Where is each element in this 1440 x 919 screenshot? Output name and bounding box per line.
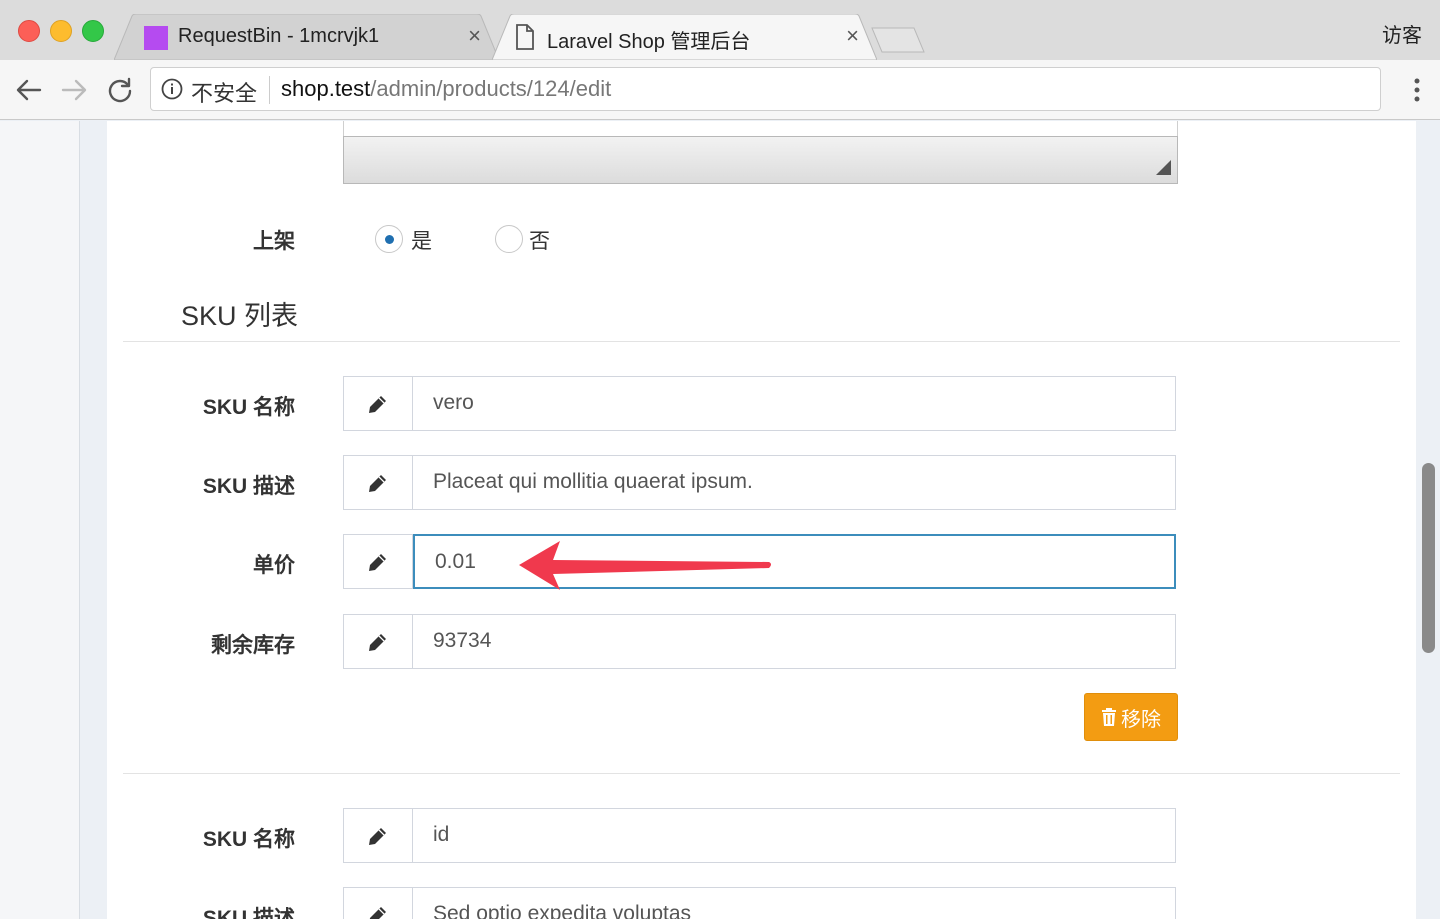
sku-name-label: SKU 名称 — [202, 828, 295, 851]
field-addon — [343, 887, 413, 919]
on-sale-yes-radio[interactable] — [375, 225, 403, 253]
editor-statusbar — [343, 136, 1178, 184]
edit-form-box — [107, 121, 1416, 919]
tab-laravel-shop[interactable]: Laravel Shop 管理后台 × — [492, 14, 877, 60]
maximize-window-button[interactable] — [82, 20, 104, 42]
forward-button[interactable] — [58, 74, 90, 106]
remove-sku-button[interactable]: 移除 — [1084, 693, 1178, 741]
sku-stock-field: 93734 — [343, 614, 1176, 669]
pencil-icon — [369, 474, 386, 492]
sku-description-input[interactable]: Sed optio expedita voluptas — [413, 887, 1176, 919]
browser-menu-icon[interactable] — [1414, 78, 1420, 102]
sku-name-label: SKU 名称 — [202, 396, 295, 419]
pencil-icon — [369, 827, 386, 845]
url-path: /admin/products/124/edit — [370, 76, 612, 101]
info-icon[interactable] — [161, 78, 183, 100]
on-sale-no-radio[interactable] — [495, 225, 523, 253]
remove-button-label: 移除 — [1121, 708, 1161, 731]
sku-description-label: SKU 描述 — [202, 907, 295, 919]
reload-icon — [108, 77, 132, 103]
on-sale-yes-label[interactable]: 是 — [411, 225, 432, 255]
on-sale-label: 上架 — [253, 230, 295, 253]
page-viewport: 上架 是 否 SKU 列表 SKU 名称 vero SKU 描述 Placeat… — [0, 121, 1440, 919]
sku-name-input[interactable]: id — [413, 808, 1176, 863]
trash-icon — [1102, 708, 1116, 726]
browser-titlebar: RequestBin - 1mcrvjk1 × Laravel Shop 管理后… — [0, 0, 1440, 60]
pencil-icon — [369, 906, 386, 919]
tab-requestbin[interactable]: RequestBin - 1mcrvjk1 × — [114, 14, 499, 60]
sku-description-field: Placeat qui mollitia quaerat ipsum. — [343, 455, 1176, 510]
tab-title: Laravel Shop 管理后台 — [547, 31, 751, 53]
sku-divider — [123, 773, 1400, 774]
sku-stock-label: 剩余库存 — [211, 634, 295, 657]
sku-description-field: Sed optio expedita voluptas — [343, 887, 1176, 919]
page-scrollbar[interactable] — [1422, 463, 1435, 653]
field-addon — [343, 808, 413, 863]
address-divider — [269, 76, 270, 104]
pencil-icon — [369, 553, 386, 571]
tab-title: RequestBin - 1mcrvjk1 — [178, 25, 380, 47]
tab-close-icon[interactable]: × — [468, 24, 481, 48]
pencil-icon — [369, 633, 386, 651]
sku-description-label: SKU 描述 — [202, 475, 295, 498]
field-addon — [343, 455, 413, 510]
sku-price-label: 单价 — [253, 554, 295, 577]
sku-description-input[interactable]: Placeat qui mollitia quaerat ipsum. — [413, 455, 1176, 510]
sku-name-field: id — [343, 808, 1176, 863]
browser-toolbar: 不安全 shop.test/admin/products/124/edit — [0, 60, 1440, 120]
section-divider — [123, 341, 1400, 342]
resize-handle-icon[interactable] — [1156, 160, 1171, 175]
field-addon — [343, 614, 413, 669]
document-icon — [516, 24, 534, 50]
field-addon — [343, 376, 413, 431]
address-bar[interactable]: 不安全 shop.test/admin/products/124/edit — [150, 67, 1381, 111]
minimize-window-button[interactable] — [50, 20, 72, 42]
back-arrow-icon — [16, 79, 42, 101]
url-host: shop.test — [281, 76, 371, 101]
description-editor[interactable] — [343, 121, 1178, 137]
sku-name-input[interactable]: vero — [413, 376, 1176, 431]
field-addon — [343, 534, 413, 589]
annotation-arrow-icon — [519, 541, 771, 590]
tab-close-icon[interactable]: × — [846, 24, 859, 48]
requestbin-favicon-icon — [144, 26, 168, 50]
on-sale-no-label[interactable]: 否 — [529, 225, 550, 255]
security-status-label[interactable]: 不安全 — [191, 76, 257, 108]
close-window-button[interactable] — [18, 20, 40, 42]
sku-name-field: vero — [343, 376, 1176, 431]
guest-profile-label[interactable]: 访客 — [1382, 19, 1422, 48]
forward-arrow-icon — [61, 79, 87, 101]
url-text[interactable]: shop.test/admin/products/124/edit — [281, 76, 611, 102]
pencil-icon — [369, 395, 386, 413]
admin-sidebar — [0, 121, 80, 919]
sku-section-title: SKU 列表 — [181, 301, 299, 331]
new-tab-button[interactable] — [870, 26, 926, 54]
sku-stock-input[interactable]: 93734 — [413, 614, 1176, 669]
back-button[interactable] — [13, 74, 45, 106]
reload-button[interactable] — [104, 74, 136, 106]
